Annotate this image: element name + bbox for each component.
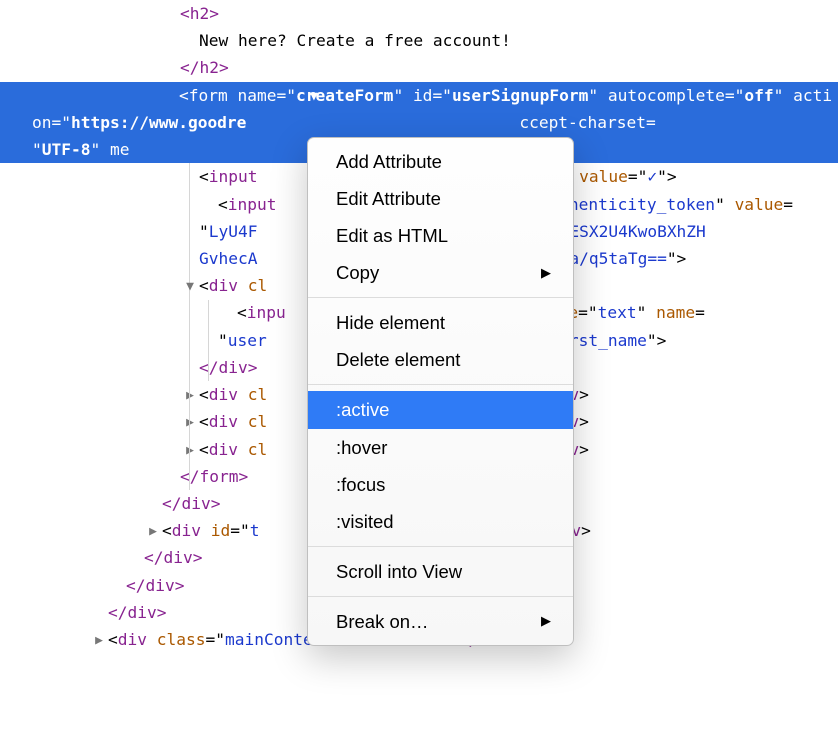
menu-separator	[308, 596, 573, 597]
menu-pseudo-active[interactable]: :active	[308, 391, 573, 428]
submenu-arrow-icon: ▶	[541, 610, 551, 632]
menu-add-attribute[interactable]: Add Attribute	[308, 143, 573, 180]
disclosure-closed-icon[interactable]: ▶	[183, 385, 197, 407]
context-menu: Add Attribute Edit Attribute Edit as HTM…	[307, 137, 574, 646]
disclosure-closed-icon[interactable]: ▶	[183, 412, 197, 434]
disclosure-closed-icon[interactable]: ▶	[183, 440, 197, 462]
menu-edit-as-html[interactable]: Edit as HTML	[308, 217, 573, 254]
menu-pseudo-hover[interactable]: :hover	[308, 429, 573, 466]
menu-pseudo-focus[interactable]: :focus	[308, 466, 573, 503]
dom-tag-open: <h2>	[0, 0, 838, 27]
dom-tag-close: </h2>	[0, 54, 838, 81]
menu-hide-element[interactable]: Hide element	[308, 304, 573, 341]
disclosure-open-icon[interactable]: ▼	[163, 86, 177, 108]
disclosure-closed-icon[interactable]: ▶	[146, 521, 160, 543]
menu-scroll-into-view[interactable]: Scroll into View	[308, 553, 573, 590]
disclosure-closed-icon[interactable]: ▶	[92, 630, 106, 652]
menu-break-on[interactable]: Break on…▶	[308, 603, 573, 640]
menu-separator	[308, 297, 573, 298]
disclosure-open-icon[interactable]: ▼	[183, 276, 197, 298]
menu-copy[interactable]: Copy▶	[308, 254, 573, 291]
menu-edit-attribute[interactable]: Edit Attribute	[308, 180, 573, 217]
menu-delete-element[interactable]: Delete element	[308, 341, 573, 378]
dom-text-node: New here? Create a free account!	[0, 27, 838, 54]
menu-separator	[308, 546, 573, 547]
submenu-arrow-icon: ▶	[541, 262, 551, 284]
menu-separator	[308, 384, 573, 385]
menu-pseudo-visited[interactable]: :visited	[308, 503, 573, 540]
